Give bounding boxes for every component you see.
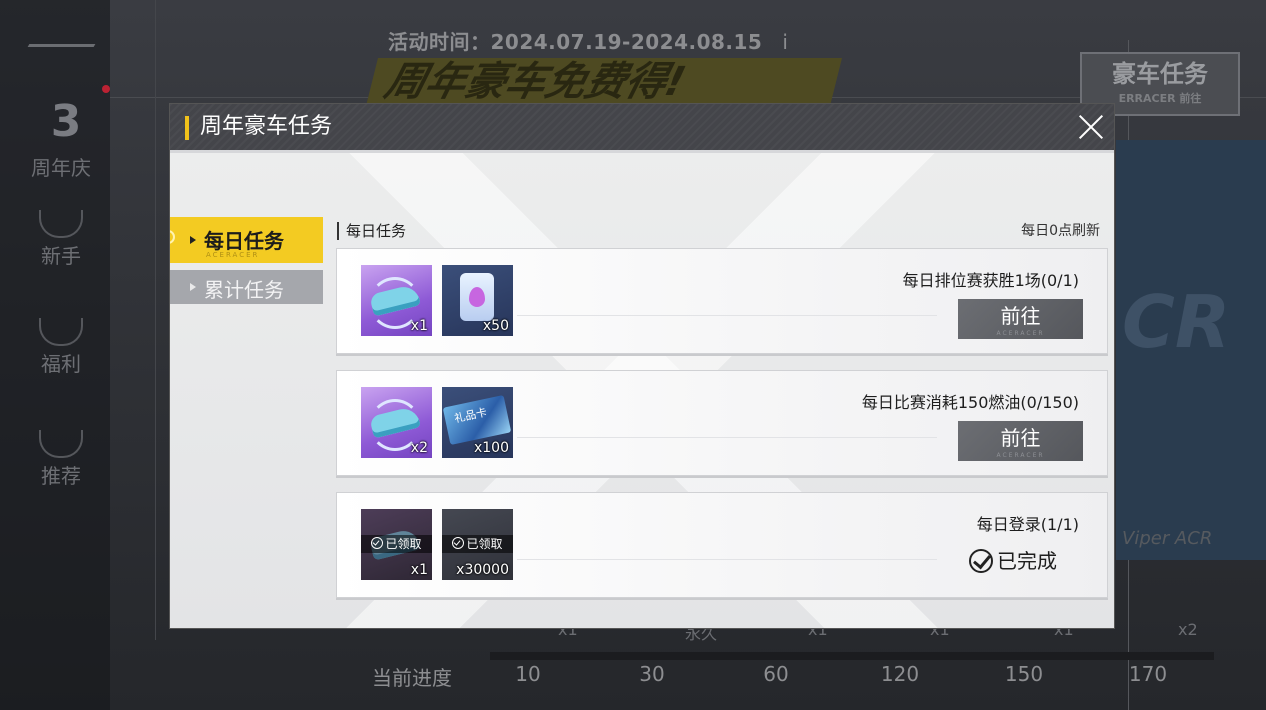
progress-step: 30 bbox=[639, 662, 665, 686]
claimed-badge: 已领取 bbox=[361, 535, 432, 553]
info-icon[interactable]: i bbox=[782, 30, 788, 54]
hot-icon bbox=[39, 430, 83, 458]
milestone-qty: x2 bbox=[1178, 620, 1198, 639]
nav-item-anniversary[interactable]: 周年庆 bbox=[18, 152, 104, 181]
claimed-badge: 已领取 bbox=[442, 535, 513, 553]
section-accent-bar bbox=[337, 222, 339, 240]
reward-qty: x50 bbox=[482, 318, 509, 334]
progress-label: 当前进度 bbox=[372, 666, 452, 690]
refresh-note: 每日0点刷新 bbox=[1021, 223, 1100, 239]
event-time: 活动时间：2024.07.19-2024.08.15 i bbox=[388, 26, 788, 55]
card-decoration bbox=[517, 437, 937, 438]
claimed-label: 已领取 bbox=[466, 537, 503, 551]
modal-body: 每日任务 ACERACER 累计任务 每日任务 每日0点刷新 x1 x50 每日… bbox=[170, 150, 1114, 628]
check-circle-icon bbox=[969, 549, 993, 573]
reward-art bbox=[469, 287, 485, 307]
card-decoration bbox=[517, 559, 937, 560]
status-label: 已完成 bbox=[997, 549, 1057, 573]
car-token-icon[interactable]: x2 bbox=[361, 387, 432, 458]
progress-bar bbox=[490, 652, 1214, 660]
car-token-icon[interactable]: x1 bbox=[361, 265, 432, 336]
notification-dot bbox=[102, 85, 110, 93]
grid-line bbox=[155, 0, 156, 640]
nav-label: 新手 bbox=[41, 244, 81, 268]
tab-daily-tasks[interactable]: 每日任务 ACERACER bbox=[170, 217, 323, 263]
reward-qty: x2 bbox=[410, 440, 428, 456]
task-modal: 周年豪车任务 每日任务 ACERACER 累计任务 每日任务 每日0点刷新 x1 bbox=[170, 104, 1114, 628]
task-description: 每日登录(1/1) bbox=[976, 515, 1079, 534]
section-title: 每日任务 bbox=[346, 222, 407, 240]
task-card: 已领取 x1 已领取 x30000 每日登录(1/1) 已完成 bbox=[336, 492, 1108, 598]
chip-sub: ERRACER 前往 bbox=[1118, 92, 1202, 105]
nav-item-newbie[interactable]: 新手 bbox=[18, 210, 104, 269]
button-micro-label: ACERACER bbox=[996, 330, 1045, 337]
task-card: x2 礼品卡 x100 每日比赛消耗150燃油(0/150) 前往 ACERAC… bbox=[336, 370, 1108, 476]
nav-label: 福利 bbox=[41, 352, 81, 376]
go-button[interactable]: 前往 ACERACER bbox=[958, 299, 1083, 339]
gift-icon bbox=[39, 318, 83, 346]
tab-cumulative-tasks[interactable]: 累计任务 bbox=[170, 270, 323, 304]
car-model-name: Viper ACR bbox=[1122, 528, 1213, 549]
progress-step: 120 bbox=[880, 662, 920, 686]
event-time-text: 活动时间：2024.07.19-2024.08.15 bbox=[388, 30, 763, 54]
car-model-big-text: CR bbox=[1122, 280, 1231, 364]
check-icon bbox=[371, 537, 384, 549]
reward-qty: x1 bbox=[410, 562, 428, 578]
anniversary-3-icon: 3 bbox=[50, 96, 82, 147]
progress-step: 60 bbox=[763, 662, 789, 686]
task-description: 每日比赛消耗150燃油(0/150) bbox=[861, 393, 1079, 412]
go-button[interactable]: 前往 ACERACER bbox=[958, 421, 1083, 461]
progress-step: 150 bbox=[1004, 662, 1044, 686]
nav-item-recommend[interactable]: 推荐 bbox=[18, 430, 104, 489]
tab-label: 每日任务 bbox=[204, 229, 284, 253]
arrow-right-icon bbox=[190, 236, 196, 244]
claimed-label: 已领取 bbox=[385, 537, 422, 551]
reward-qty: x1 bbox=[410, 318, 428, 334]
button-label: 前往 bbox=[1000, 304, 1041, 328]
completed-status: 已完成 bbox=[969, 547, 1057, 575]
tab-sub-label: ACERACER bbox=[206, 251, 260, 259]
fuel-can-icon[interactable]: x50 bbox=[442, 265, 513, 336]
title-accent-bar bbox=[185, 116, 189, 140]
progress-step: 170 bbox=[1128, 662, 1168, 686]
steering-wheel-icon bbox=[39, 210, 83, 238]
progress-steps: 10 30 60 120 150 170 bbox=[490, 662, 1214, 688]
task-description: 每日排位赛获胜1场(0/1) bbox=[902, 271, 1079, 290]
close-icon[interactable] bbox=[1074, 110, 1108, 144]
divider bbox=[170, 150, 1114, 153]
modal-header: 周年豪车任务 bbox=[170, 104, 1114, 150]
arrow-right-icon bbox=[190, 283, 196, 291]
gift-card-icon[interactable]: 礼品卡 x100 bbox=[442, 387, 513, 458]
coin-icon[interactable]: 已领取 x30000 bbox=[442, 509, 513, 580]
car-token-icon[interactable]: 已领取 x1 bbox=[361, 509, 432, 580]
nav-label: 推荐 bbox=[41, 464, 81, 488]
tab-label: 累计任务 bbox=[204, 278, 284, 302]
card-decoration bbox=[517, 315, 937, 316]
chip-title: 豪车任务 bbox=[1112, 60, 1208, 88]
progress-step: 10 bbox=[515, 662, 541, 686]
modal-title: 周年豪车任务 bbox=[200, 114, 333, 139]
nav-item-welfare[interactable]: 福利 bbox=[18, 318, 104, 377]
nav-label: 周年庆 bbox=[31, 156, 91, 180]
reward-qty: x100 bbox=[473, 440, 509, 456]
button-label: 前往 bbox=[1000, 426, 1041, 450]
button-micro-label: ACERACER bbox=[996, 452, 1045, 459]
reward-qty: x30000 bbox=[456, 562, 509, 578]
task-card: x1 x50 每日排位赛获胜1场(0/1) 前往 ACERACER bbox=[336, 248, 1108, 354]
check-icon bbox=[452, 537, 465, 549]
banner-title: 周年豪车免费得! bbox=[366, 58, 842, 106]
